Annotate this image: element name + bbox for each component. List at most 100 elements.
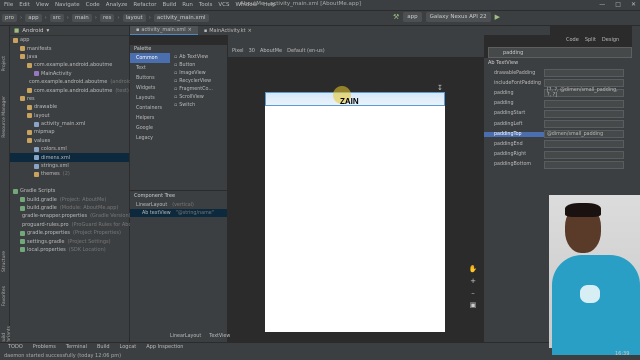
menu-item-navigate[interactable]: Navigate (55, 2, 80, 8)
palette-item[interactable]: ▫ ScrollView (174, 93, 213, 101)
attribute-value-field[interactable] (544, 160, 624, 169)
breadcrumb-item[interactable]: layout (122, 14, 146, 22)
palette-item[interactable]: ▫ Switch (174, 101, 213, 109)
structure-tab[interactable]: Structure (2, 251, 7, 272)
tree-item[interactable]: values (10, 137, 129, 145)
bottom-tool-logcat[interactable]: Logcat (120, 344, 137, 350)
tree-item[interactable]: layout (10, 112, 129, 120)
tree-item[interactable]: com.example.android.aboutme (10, 61, 129, 69)
fit-screen-icon[interactable]: ▣ (470, 301, 477, 309)
menu-item-refactor[interactable]: Refactor (133, 2, 156, 8)
tree-item[interactable]: manifests (10, 44, 129, 52)
pin-icon[interactable]: ↧ (437, 84, 443, 92)
editor-tab[interactable]: ▪ activity_main.xml × (130, 26, 198, 35)
menu-item-tools[interactable]: Tools (199, 2, 213, 8)
locale-dropdown[interactable]: Default (en-us) (287, 48, 325, 54)
view-mode-design[interactable]: Design (602, 37, 619, 43)
attribute-value-field[interactable]: [?, ?, @dimen/small_padding, ?, ?] (544, 88, 624, 98)
api-dropdown[interactable]: 30 (249, 48, 255, 54)
pan-icon[interactable]: ✋ (469, 265, 478, 273)
project-header[interactable]: ■ Android ▾ (10, 26, 129, 36)
tree-item[interactable]: app (10, 36, 129, 44)
attribute-value-field[interactable] (544, 150, 624, 159)
palette-category[interactable]: Layouts (130, 93, 170, 103)
tree-item[interactable]: dimens.xml (10, 153, 129, 162)
menu-item-code[interactable]: Code (86, 2, 100, 8)
bottom-tool-todo[interactable]: TODO (8, 344, 23, 350)
tree-item[interactable]: local.properties (SDK Location) (10, 246, 129, 254)
zoom-out-icon[interactable]: – (471, 289, 475, 297)
palette-category[interactable]: Google (130, 123, 170, 133)
palette-item[interactable]: ▫ ImageView (174, 69, 213, 77)
attribute-row[interactable]: padding [?, ?, @dimen/small_padding, ?, ?… (484, 88, 632, 98)
tree-item[interactable]: gradle-wrapper.properties (Gradle Version… (10, 212, 131, 220)
palette-category[interactable]: Common (130, 53, 170, 63)
attribute-search-input[interactable]: padding (488, 47, 632, 58)
menu-item-run[interactable]: Run (182, 2, 193, 8)
tree-item[interactable]: build.gradle (Module: AboutMe.app) (10, 204, 129, 212)
attribute-value-field[interactable] (544, 109, 624, 118)
project-tab[interactable]: Project (2, 56, 7, 71)
favorites-tab[interactable]: Favorites (2, 286, 7, 306)
breadcrumb-item[interactable]: pro (2, 14, 17, 22)
tree-item[interactable]: gradle.properties (Project Properties) (10, 229, 129, 237)
attribute-row[interactable]: drawablePadding (484, 68, 632, 78)
palette-category[interactable]: Helpers (130, 113, 170, 123)
palette-item[interactable]: ▫ FragmentCo... (174, 85, 213, 93)
tree-item[interactable]: activity_main.xml (10, 120, 129, 128)
tree-item[interactable]: build.gradle (Project: AboutMe) (10, 195, 129, 203)
bottom-tool-terminal[interactable]: Terminal (66, 344, 87, 350)
device-dropdown[interactable]: Pixel (232, 48, 244, 54)
menu-item-analyze[interactable]: Analyze (106, 2, 128, 8)
tree-item[interactable]: drawable (10, 103, 129, 111)
attribute-row[interactable]: includeFontPadding (484, 78, 632, 88)
bottom-tool-problems[interactable]: Problems (33, 344, 56, 350)
bottom-tool-app-inspection[interactable]: App Inspection (146, 344, 183, 350)
menu-item-build[interactable]: Build (162, 2, 176, 8)
theme-dropdown[interactable]: AboutMe (260, 48, 282, 54)
view-mode-split[interactable]: Split (585, 37, 596, 43)
tree-item[interactable]: strings.xml (10, 162, 129, 170)
tree-item[interactable]: java (10, 53, 129, 61)
tree-item[interactable]: com.example.android.aboutme (androidTest) (10, 78, 143, 86)
device-select[interactable]: Galaxy Nexus API 22 (425, 12, 491, 22)
preview-textview[interactable]: ZAIN (340, 97, 359, 106)
tree-item[interactable]: themes (2) (10, 170, 129, 178)
breadcrumb-item[interactable]: app (25, 14, 42, 22)
breadcrumb-item[interactable]: activity_main.xml (153, 14, 209, 22)
menu-item-vcs[interactable]: VCS (218, 2, 229, 8)
resource-manager-tab[interactable]: Resource Manager (2, 96, 7, 138)
attribute-value-field[interactable] (544, 99, 624, 108)
hammer-icon[interactable]: ⚒ (393, 13, 399, 21)
close-icon[interactable]: ✕ (631, 1, 636, 8)
tree-item[interactable]: proguard-rules.pro (ProGuard Rules for Ab… (10, 221, 146, 229)
breadcrumb-item[interactable]: src (49, 14, 64, 22)
attribute-row[interactable]: paddingLeft (484, 119, 632, 129)
close-icon[interactable]: × (248, 28, 252, 34)
attribute-value-field[interactable] (544, 140, 624, 149)
tree-item[interactable]: Gradle Scripts (10, 187, 129, 195)
attribute-row[interactable]: paddingBottom (484, 160, 632, 170)
zoom-in-icon[interactable]: + (470, 277, 476, 285)
breadcrumb-item[interactable]: main (72, 14, 92, 22)
close-icon[interactable]: × (188, 27, 192, 33)
tree-item[interactable]: settings.gradle (Project Settings) (10, 237, 129, 245)
menu-item-view[interactable]: View (36, 2, 49, 8)
palette-category[interactable]: Widgets (130, 83, 170, 93)
maximize-icon[interactable]: □ (615, 1, 621, 8)
attribute-value-field[interactable] (544, 120, 624, 129)
component-tree-item[interactable]: LinearLayout (vertical) (130, 201, 227, 209)
bottom-tool-build[interactable]: Build (97, 344, 110, 350)
palette-item[interactable]: ▫ Button (174, 61, 213, 69)
layout-breadcrumb-item[interactable]: LinearLayout (170, 334, 201, 339)
attribute-row[interactable]: paddingEnd (484, 139, 632, 149)
palette-category[interactable]: Containers (130, 103, 170, 113)
palette-item[interactable]: ▫ Ab TextView (174, 53, 213, 61)
palette-category[interactable]: Legacy (130, 133, 170, 143)
minimize-icon[interactable]: — (599, 1, 605, 8)
palette-item[interactable]: ▫ RecyclerView (174, 77, 213, 85)
breadcrumb-item[interactable]: res (99, 14, 115, 22)
run-config-select[interactable]: app (403, 12, 422, 22)
layout-breadcrumb-item[interactable]: TextView (209, 334, 230, 339)
attribute-row[interactable]: padding (484, 99, 632, 109)
